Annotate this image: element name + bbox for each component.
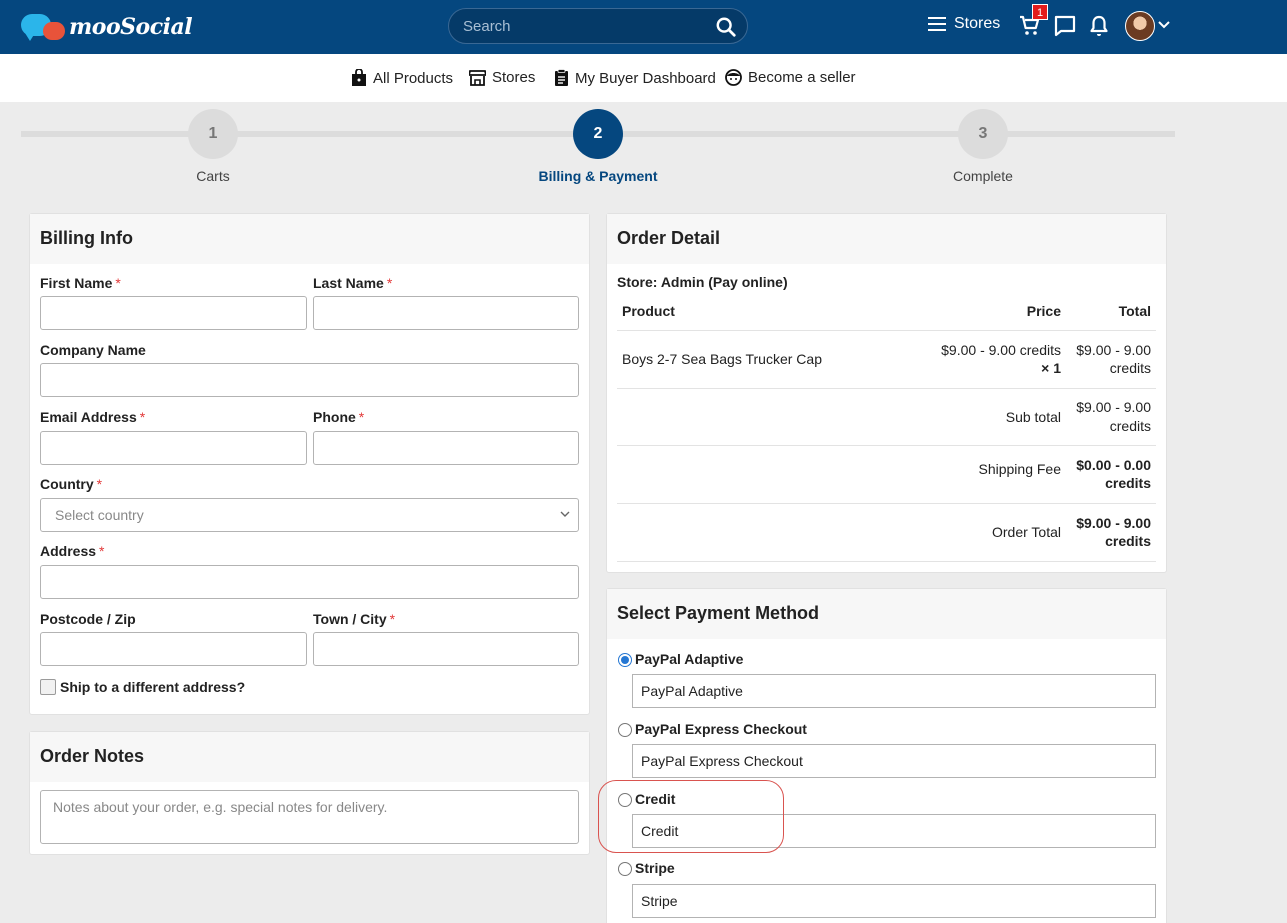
order-notes-title: Order Notes xyxy=(30,732,589,782)
town-city-label: Town / City * xyxy=(313,611,396,627)
last-name-label: Last Name * xyxy=(313,275,393,291)
shipping-fee-row: Shipping Fee $0.00 - 0.00 credits xyxy=(617,446,1156,504)
company-name-input[interactable] xyxy=(40,363,579,397)
header-stores-menu[interactable]: Stores xyxy=(928,15,1000,33)
step-1-circle: 1 xyxy=(188,109,238,159)
first-name-input[interactable] xyxy=(40,296,307,330)
header-stores-label: Stores xyxy=(954,15,1001,32)
logo-bubbles-icon xyxy=(21,12,67,42)
step-2-circle: 2 xyxy=(573,109,623,159)
order-notes-panel: Order Notes xyxy=(29,731,590,855)
order-total-row: Order Total $9.00 - 9.00 credits xyxy=(617,504,1156,562)
order-total-line1: $9.00 - 9.00 xyxy=(1076,515,1151,531)
paypal-adaptive-radio[interactable] xyxy=(618,653,632,667)
chevron-down-icon[interactable] xyxy=(1158,20,1170,30)
first-name-label: First Name * xyxy=(40,275,121,291)
subtotal-label: Sub total xyxy=(1005,409,1061,425)
logo-text: mooSocial xyxy=(69,14,193,40)
last-name-input[interactable] xyxy=(313,296,579,330)
paypal-express-description: PayPal Express Checkout xyxy=(632,744,1156,778)
town-city-input[interactable] xyxy=(313,632,579,666)
order-store-name: Store: Admin (Pay online) xyxy=(617,274,788,290)
company-name-label: Company Name xyxy=(40,342,146,358)
phone-label: Phone * xyxy=(313,409,365,425)
order-detail-panel: Order Detail Store: Admin (Pay online) P… xyxy=(606,213,1167,573)
order-total-label: Order Total xyxy=(992,524,1061,540)
col-price-header: Price xyxy=(1026,303,1061,319)
shopping-bag-icon xyxy=(352,69,366,86)
subnav-become-seller-label: Become a seller xyxy=(748,69,856,86)
order-total-line2: credits xyxy=(1105,533,1151,549)
billing-info-panel: Billing Info First Name * Last Name * Comp… xyxy=(29,213,590,715)
notifications-bell-icon[interactable] xyxy=(1087,14,1111,38)
order-detail-title: Order Detail xyxy=(607,214,1166,264)
ship-different-checkbox[interactable] xyxy=(40,679,56,695)
subnav-buyer-dashboard[interactable]: My Buyer Dashboard xyxy=(554,69,716,87)
search-input[interactable] xyxy=(463,9,703,43)
step-3-circle: 3 xyxy=(958,109,1008,159)
chevron-down-icon xyxy=(560,511,570,517)
subnav-stores-label: Stores xyxy=(492,69,536,86)
email-label: Email Address * xyxy=(40,409,146,425)
address-input[interactable] xyxy=(40,565,579,599)
item-total-line1: $9.00 - 9.00 xyxy=(1076,342,1151,358)
subtotal-row: Sub total $9.00 - 9.00 credits xyxy=(617,389,1156,446)
step-2-label: Billing & Payment xyxy=(538,168,658,184)
item-total-line2: credits xyxy=(1109,360,1151,376)
shipping-fee-label: Shipping Fee xyxy=(978,461,1061,477)
store-subnav: All Products Stores My Buyer Dashboard B… xyxy=(0,54,1287,102)
search-box xyxy=(448,8,748,44)
subnav-all-products[interactable]: All Products xyxy=(351,69,453,87)
subnav-buyer-dashboard-label: My Buyer Dashboard xyxy=(575,69,716,87)
postcode-input[interactable] xyxy=(40,632,307,666)
user-avatar[interactable] xyxy=(1125,11,1155,41)
order-table-header: Product Price Total xyxy=(617,298,1156,331)
paypal-express-label[interactable]: PayPal Express Checkout xyxy=(635,721,807,737)
subtotal-value-line2: credits xyxy=(1109,418,1151,434)
messages-icon[interactable] xyxy=(1053,14,1077,38)
postcode-label: Postcode / Zip xyxy=(40,611,136,627)
order-notes-textarea[interactable] xyxy=(40,790,579,844)
item-price: $9.00 - 9.00 credits xyxy=(941,342,1061,358)
table-row: Boys 2-7 Sea Bags Trucker Cap $9.00 - 9.… xyxy=(617,331,1156,389)
storefront-icon xyxy=(469,70,486,86)
stripe-radio[interactable] xyxy=(618,862,632,876)
shipping-fee-line2: credits xyxy=(1105,475,1151,491)
country-label: Country * xyxy=(40,476,103,492)
ship-different-label[interactable]: Ship to a different address? xyxy=(60,679,245,695)
search-icon[interactable] xyxy=(715,16,737,38)
payment-method-panel: Select Payment Method PayPal Adaptive Pa… xyxy=(606,588,1167,923)
top-header: mooSocial Stores 1 xyxy=(0,0,1287,54)
paypal-adaptive-label[interactable]: PayPal Adaptive xyxy=(635,651,743,667)
col-product-header: Product xyxy=(622,303,675,319)
email-input[interactable] xyxy=(40,431,307,465)
paypal-express-radio[interactable] xyxy=(618,723,632,737)
item-name[interactable]: Boys 2-7 Sea Bags Trucker Cap xyxy=(622,351,822,367)
clipboard-icon xyxy=(555,69,568,86)
credit-highlight-annotation xyxy=(598,780,784,853)
col-total-header: Total xyxy=(1118,303,1151,319)
shipping-fee-line1: $0.00 - 0.00 xyxy=(1076,457,1151,473)
stripe-description: Stripe xyxy=(632,884,1156,918)
subnav-all-products-label: All Products xyxy=(373,69,454,87)
phone-input[interactable] xyxy=(313,431,579,465)
subtotal-value-line1: $9.00 - 9.00 xyxy=(1076,399,1151,415)
subnav-become-seller[interactable]: Become a seller xyxy=(725,69,856,86)
step-1-label: Carts xyxy=(196,168,230,184)
step-3-label: Complete xyxy=(953,168,1013,184)
address-label: Address * xyxy=(40,543,105,559)
payment-method-title: Select Payment Method xyxy=(607,589,1166,639)
moosocial-logo[interactable]: mooSocial xyxy=(21,12,193,42)
item-quantity: × 1 xyxy=(1041,360,1061,376)
hamburger-icon xyxy=(928,17,946,31)
paypal-adaptive-description: PayPal Adaptive xyxy=(632,674,1156,708)
user-face-icon xyxy=(725,69,742,86)
billing-info-title: Billing Info xyxy=(30,214,589,264)
country-select-placeholder: Select country xyxy=(55,507,144,523)
subnav-stores[interactable]: Stores xyxy=(469,69,535,86)
cart-count-badge: 1 xyxy=(1032,4,1048,20)
country-select[interactable]: Select country xyxy=(40,498,579,532)
stripe-label[interactable]: Stripe xyxy=(635,860,675,876)
